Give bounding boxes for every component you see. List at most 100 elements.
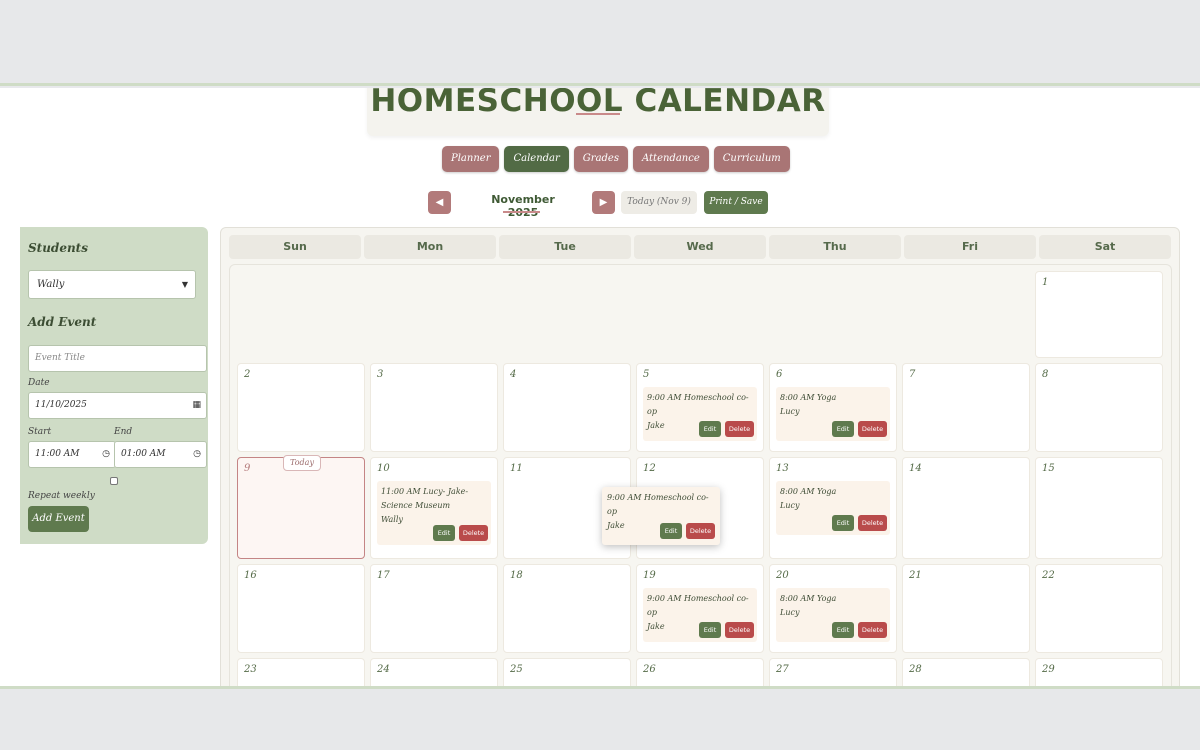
day-cell[interactable]: 6 8:00 AM Yoga Lucy Edit Delete <box>769 363 897 452</box>
page-title: HOMESCHOOL CALENDAR <box>370 88 826 119</box>
event-time: 9:00 AM <box>647 393 682 402</box>
day-number: 9 <box>244 463 251 474</box>
event-card[interactable]: 8:00 AM Yoga Lucy Edit Delete <box>776 387 890 441</box>
page: HOMESCHOOL CALENDAR Planner Calendar Gra… <box>0 88 1200 686</box>
day-cell[interactable]: 1 <box>1035 271 1163 358</box>
event-time: 9:00 AM <box>647 594 682 603</box>
title-box: HOMESCHOOL CALENDAR <box>367 88 829 136</box>
day-cell[interactable]: 27 <box>769 658 897 686</box>
edit-event-button[interactable]: Edit <box>699 622 721 638</box>
day-header-sun: Sun <box>229 235 361 259</box>
start-time-input[interactable]: 11:00 AM ◷ <box>28 441 116 468</box>
date-value: 11/10/2025 <box>35 400 87 410</box>
day-cell[interactable]: 14 <box>902 457 1030 559</box>
delete-event-button[interactable]: Delete <box>686 523 715 539</box>
delete-event-button[interactable]: Delete <box>725 421 754 437</box>
edit-event-button[interactable]: Edit <box>832 622 854 638</box>
event-card[interactable]: 11:00 AM Lucy- Jake- Science Museum Wally… <box>377 481 491 545</box>
day-number: 1 <box>1042 277 1049 288</box>
day-cell[interactable]: 16 <box>237 564 365 653</box>
day-cell[interactable]: 25 <box>503 658 631 686</box>
today-button[interactable]: Today (Nov 9) <box>621 191 697 214</box>
day-cell[interactable]: 18 <box>503 564 631 653</box>
day-number: 24 <box>377 664 390 675</box>
event-time: 11:00 AM <box>381 487 421 496</box>
month-navigation: ◀ November 2025 ▶ Today (Nov 9) Print / … <box>428 191 778 219</box>
day-number: 28 <box>909 664 922 675</box>
add-event-button[interactable]: Add Event <box>28 506 89 532</box>
day-cell[interactable]: 7 <box>902 363 1030 452</box>
date-input[interactable]: 11/10/2025 ▦ <box>28 392 207 419</box>
day-cell[interactable]: 21 <box>902 564 1030 653</box>
day-cell[interactable]: 13 8:00 AM Yoga Lucy Edit Delete <box>769 457 897 559</box>
start-time-value: 11:00 AM <box>35 449 80 459</box>
nav-calendar-button[interactable]: Calendar <box>504 146 569 172</box>
day-cell[interactable]: 28 <box>902 658 1030 686</box>
next-month-button[interactable]: ▶ <box>592 191 615 214</box>
day-cell[interactable]: 8 <box>1035 363 1163 452</box>
day-cell[interactable]: 15 <box>1035 457 1163 559</box>
title-underline <box>576 113 620 115</box>
day-header-sat: Sat <box>1039 235 1171 259</box>
day-number: 26 <box>643 664 656 675</box>
event-time: 8:00 AM <box>780 594 815 603</box>
day-cell[interactable]: 10 11:00 AM Lucy- Jake- Science Museum Wal… <box>370 457 498 559</box>
nav-attendance-button[interactable]: Attendance <box>632 146 709 172</box>
day-cell[interactable]: 22 <box>1035 564 1163 653</box>
dragging-event-card[interactable]: 9:00 AM Homeschool co-op Jake Edit Delet… <box>602 487 720 545</box>
day-header-wed: Wed <box>634 235 766 259</box>
event-card[interactable]: 8:00 AM Yoga Lucy Edit Delete <box>776 588 890 642</box>
nav-grades-button[interactable]: Grades <box>573 146 628 172</box>
day-number: 4 <box>510 369 517 380</box>
delete-event-button[interactable]: Delete <box>858 421 887 437</box>
day-number: 3 <box>377 369 384 380</box>
delete-event-button[interactable]: Delete <box>858 622 887 638</box>
edit-event-button[interactable]: Edit <box>699 421 721 437</box>
day-header-fri: Fri <box>904 235 1036 259</box>
end-time-input[interactable]: 01:00 AM ◷ <box>114 441 207 468</box>
day-cell[interactable]: 26 <box>636 658 764 686</box>
today-tag: Today <box>283 455 321 471</box>
edit-event-button[interactable]: Edit <box>832 421 854 437</box>
chevron-left-icon: ◀ <box>435 197 444 208</box>
event-card[interactable]: 9:00 AM Homeschool co-op Jake Edit Delete <box>643 588 757 642</box>
day-cell[interactable]: 19 9:00 AM Homeschool co-op Jake Edit Delete <box>636 564 764 653</box>
day-number: 15 <box>1042 463 1055 474</box>
repeat-weekly-checkbox[interactable] <box>110 477 118 485</box>
event-student: Jake <box>647 622 665 631</box>
nav-planner-button[interactable]: Planner <box>442 146 500 172</box>
main-nav: Planner Calendar Grades Attendance Curri… <box>442 146 790 172</box>
day-cell[interactable]: 29 <box>1035 658 1163 686</box>
day-number: 5 <box>643 369 650 380</box>
delete-event-button[interactable]: Delete <box>858 515 887 531</box>
day-cell[interactable]: 24 <box>370 658 498 686</box>
day-cell[interactable]: 17 <box>370 564 498 653</box>
day-cell[interactable]: 5 9:00 AM Homeschool co-op Jake Edit Delete <box>636 363 764 452</box>
day-cell[interactable]: 9 Today <box>237 455 365 559</box>
delete-event-button[interactable]: Delete <box>459 525 488 541</box>
top-band <box>0 0 1200 86</box>
day-cell[interactable]: 20 8:00 AM Yoga Lucy Edit Delete <box>769 564 897 653</box>
event-title-input[interactable]: Event Title <box>28 345 207 372</box>
student-select-value: Wally <box>37 279 65 290</box>
nav-curriculum-button[interactable]: Curriculum <box>713 146 790 172</box>
end-label: End <box>114 427 133 437</box>
edit-event-button[interactable]: Edit <box>433 525 455 541</box>
day-cell[interactable]: 23 <box>237 658 365 686</box>
bottom-band <box>0 686 1200 750</box>
delete-event-button[interactable]: Delete <box>725 622 754 638</box>
day-cell[interactable]: 4 <box>503 363 631 452</box>
prev-month-button[interactable]: ◀ <box>428 191 451 214</box>
day-cell[interactable]: 3 <box>370 363 498 452</box>
event-time: 8:00 AM <box>780 393 815 402</box>
event-card[interactable]: 8:00 AM Yoga Lucy Edit Delete <box>776 481 890 535</box>
edit-event-button[interactable]: Edit <box>832 515 854 531</box>
event-time: 8:00 AM <box>780 487 815 496</box>
student-select[interactable]: Wally ▼ <box>28 270 196 299</box>
print-save-button[interactable]: Print / Save <box>704 191 768 214</box>
event-student: Lucy <box>780 501 800 510</box>
day-number: 18 <box>510 570 523 581</box>
day-cell[interactable]: 2 <box>237 363 365 452</box>
event-card[interactable]: 9:00 AM Homeschool co-op Jake Edit Delete <box>643 387 757 441</box>
edit-event-button[interactable]: Edit <box>660 523 682 539</box>
